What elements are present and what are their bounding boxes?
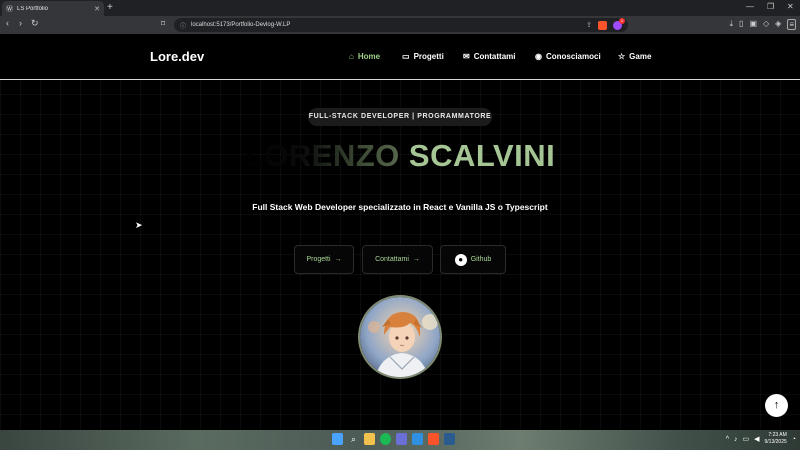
maximize-icon[interactable]: ❐ — [767, 2, 774, 11]
network-icon[interactable]: ▭ — [743, 435, 750, 443]
leo-icon[interactable]: ◇ — [763, 19, 769, 30]
site-navbar: Lore.dev ⌂ Home ▭ Progetti ✉ Contattami … — [0, 34, 800, 80]
notifications-icon[interactable]: ◔ — [792, 436, 796, 443]
nav-conosciamoci-label: Conosciamoci — [545, 52, 601, 61]
minimize-icon[interactable]: — — [746, 2, 754, 11]
user-circle-icon: ◉ — [535, 52, 542, 61]
tab-title: LS Portfolio — [17, 5, 49, 12]
nav-home[interactable]: ⌂ Home — [349, 52, 380, 61]
role-badge: FULL-STACK DEVELOPER | PROGRAMMATORE — [308, 108, 492, 126]
nav-contattami-label: Contattami — [473, 52, 516, 61]
tab-favicon-icon: Ⓦ — [6, 5, 13, 13]
close-window-icon[interactable]: ✕ — [787, 2, 794, 11]
nav-game-label: Game — [629, 52, 652, 61]
brave-rewards-icon[interactable]: 1 — [613, 17, 625, 30]
brave-browser-icon[interactable] — [428, 433, 439, 445]
clock-time: 7:23 AM — [768, 432, 787, 438]
star-icon: ☆ — [618, 52, 626, 61]
tray-chevron-icon[interactable]: ^ — [726, 436, 729, 443]
bookmark-icon[interactable]: ⌑ — [161, 19, 165, 28]
mouse-cursor-icon: ➤ — [135, 220, 143, 230]
reload-icon[interactable]: ↻ — [31, 18, 39, 29]
download-icon[interactable]: ⤓ — [730, 19, 734, 30]
avatar-illustration — [360, 297, 440, 377]
hero-subtitle: Full Stack Web Developer specializzato i… — [252, 202, 548, 212]
site-info-icon[interactable]: ⓘ — [180, 21, 186, 30]
nav-game[interactable]: ☆ Game — [618, 52, 651, 61]
github-button[interactable]: ● Github — [440, 245, 506, 274]
toolbar-actions: ⤓ ▯ ▣ ◇ ◈ ≡ — [730, 19, 796, 30]
portfolio-page: Lore.dev ⌂ Home ▭ Progetti ✉ Contattami … — [0, 34, 800, 430]
address-bar[interactable]: ⓘ localhost:5173/Portfolio-Devlog-W.LP ⇪… — [174, 17, 628, 32]
brand-logo[interactable]: Lore.dev — [150, 49, 204, 64]
search-icon[interactable]: ⌕ — [348, 433, 359, 445]
discord-icon[interactable] — [396, 433, 407, 445]
brave-shields-icon[interactable] — [598, 20, 607, 30]
vscode-icon[interactable] — [412, 433, 423, 445]
nav-contattami[interactable]: ✉ Contattami — [463, 52, 515, 61]
arrow-right-icon: → — [412, 256, 420, 263]
file-explorer-icon[interactable] — [364, 433, 375, 445]
avatar — [358, 295, 442, 379]
wallet-icon[interactable]: ▣ — [749, 19, 757, 30]
rewards-count-badge: 1 — [619, 17, 625, 24]
github-button-label: Github — [470, 256, 492, 263]
mail-icon: ✉ — [463, 52, 470, 61]
nav-home-label: Home — [357, 52, 381, 61]
tab-close-icon[interactable]: ✕ — [94, 5, 100, 13]
new-tab-icon[interactable]: + — [107, 2, 113, 14]
github-icon: ● — [454, 253, 467, 266]
browser-toolbar: ‹ › ↻ ⌑ ⓘ localhost:5173/Portfolio-Devlo… — [0, 16, 800, 34]
windows-start-icon[interactable] — [332, 433, 343, 445]
hero-name-last: SCALVINI — [408, 138, 556, 173]
forward-icon[interactable]: › — [19, 18, 22, 28]
url-text[interactable]: localhost:5173/Portfolio-Devlog-W.LP — [191, 22, 586, 28]
home-icon: ⌂ — [349, 52, 354, 61]
arrow-right-icon: → — [334, 256, 342, 263]
contattami-button-label: Contattami — [375, 256, 409, 263]
back-icon[interactable]: ‹ — [6, 18, 9, 28]
hero-name: LORENZO SCALVINI — [0, 136, 800, 176]
folder-icon: ▭ — [402, 52, 410, 61]
browser-tab-bar: Ⓦ LS Portfolio ✕ + — ❐ ✕ — [0, 0, 800, 16]
browser-tab[interactable]: Ⓦ LS Portfolio ✕ — [2, 1, 104, 16]
spotify-icon[interactable] — [380, 433, 391, 445]
clock[interactable]: 7:23 AM 9/13/2025 — [765, 432, 787, 446]
nav-progetti[interactable]: ▭ Progetti — [402, 52, 444, 61]
clock-date: 9/13/2025 — [764, 439, 787, 445]
microphone-icon[interactable]: ♪ — [734, 436, 738, 443]
scroll-to-top-button[interactable]: ↑ — [765, 394, 788, 417]
nav-conosciamoci[interactable]: ◉ Conosciamoci — [535, 52, 601, 61]
steam-icon[interactable] — [444, 433, 455, 445]
progetti-button-label: Progetti — [306, 256, 331, 263]
taskbar-apps: ⌕ — [332, 433, 455, 445]
progetti-button[interactable]: Progetti → — [294, 245, 354, 274]
system-tray: ^ ♪ ▭ ◀ 7:23 AM 9/13/2025 ◔ — [726, 432, 796, 446]
sidebar-icon[interactable]: ▯ — [739, 19, 743, 30]
os-taskbar: ⌕ ^ ♪ ▭ ◀ 7:23 AM 9/13/2025 ◔ — [0, 430, 800, 450]
volume-icon[interactable]: ◀ — [754, 435, 759, 443]
menu-icon[interactable]: ≡ — [787, 19, 796, 30]
share-icon[interactable]: ⇪ — [586, 21, 592, 29]
hero-name-first: LORENZO — [244, 138, 409, 173]
nav-progetti-label: Progetti — [413, 52, 444, 61]
contattami-button[interactable]: Contattami → — [362, 245, 433, 274]
vpn-icon[interactable]: ◈ — [775, 19, 781, 30]
